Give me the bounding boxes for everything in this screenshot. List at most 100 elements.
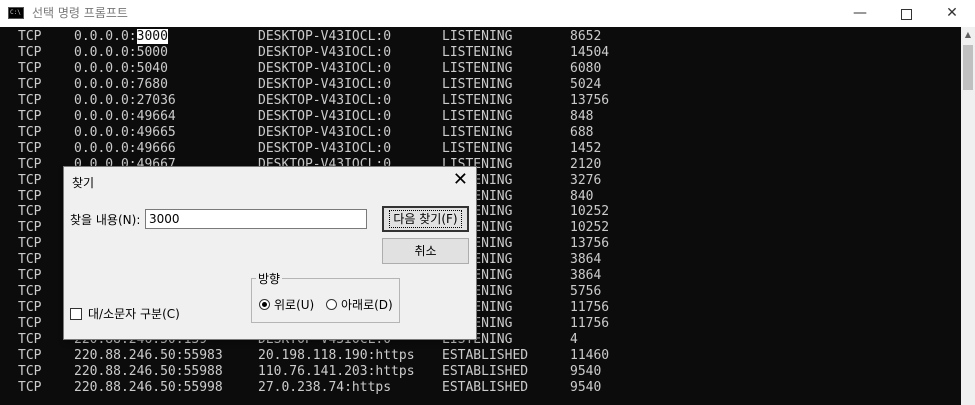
- pid-cell: 14504: [570, 44, 610, 60]
- pid-cell: 6080: [570, 60, 602, 76]
- maximize-icon: [900, 9, 912, 20]
- protocol-cell: TCP: [18, 29, 42, 44]
- scroll-up-arrow-icon[interactable]: ▲: [961, 27, 975, 43]
- protocol-cell: TCP: [18, 252, 42, 268]
- find-highlight: 3000: [136, 29, 168, 44]
- window-title: 선택 명령 프롬프트: [32, 6, 128, 20]
- protocol-cell: TCP: [18, 172, 42, 188]
- protocol-cell: TCP: [18, 44, 42, 60]
- protocol-cell: TCP: [18, 300, 42, 316]
- find-what-label: 찾을 내용(N):: [70, 213, 141, 227]
- pid-cell: 4: [570, 332, 578, 348]
- state-cell: LISTENING: [442, 60, 513, 76]
- foreign-address-cell: 110.76.141.203:https: [258, 363, 415, 379]
- local-address-cell: 0.0.0.0:3000: [74, 29, 168, 44]
- direction-up-label: 위로(U): [274, 298, 315, 312]
- state-cell: ESTABLISHED: [442, 363, 529, 379]
- protocol-cell: TCP: [18, 316, 42, 332]
- state-cell: LISTENING: [442, 124, 513, 140]
- minimize-button[interactable]: —: [837, 0, 883, 27]
- protocol-cell: TCP: [18, 268, 42, 284]
- pid-cell: 11756: [570, 300, 610, 316]
- state-cell: LISTENING: [442, 44, 513, 60]
- foreign-address-cell: DESKTOP-V43IOCL:0: [258, 108, 392, 124]
- close-button[interactable]: ✕: [929, 0, 975, 27]
- foreign-address-cell: 20.198.118.190:https: [258, 348, 415, 363]
- protocol-cell: TCP: [18, 140, 42, 156]
- protocol-cell: TCP: [18, 220, 42, 236]
- pid-cell: 840: [570, 188, 594, 204]
- pid-cell: 3276: [570, 172, 602, 188]
- protocol-cell: TCP: [18, 92, 42, 108]
- foreign-address-cell: DESKTOP-V43IOCL:0: [258, 92, 392, 108]
- protocol-cell: TCP: [18, 284, 42, 300]
- pid-cell: 1452: [570, 140, 602, 156]
- match-case-option[interactable]: 대/소문자 구분(C): [70, 305, 180, 322]
- direction-down-label: 아래로(D): [341, 298, 393, 312]
- state-cell: LISTENING: [442, 108, 513, 124]
- foreign-address-cell: 27.0.238.74:https: [258, 379, 392, 395]
- local-address-cell: 0.0.0.0:5000: [74, 44, 168, 60]
- local-address-cell: 220.88.246.50:55988: [74, 363, 223, 379]
- foreign-address-cell: DESKTOP-V43IOCL:0: [258, 44, 392, 60]
- local-address-cell: 0.0.0.0:7680: [74, 76, 168, 92]
- state-cell: LISTENING: [442, 29, 513, 44]
- state-cell: LISTENING: [442, 140, 513, 156]
- local-address-cell: 220.88.246.50:55983: [74, 348, 223, 363]
- protocol-cell: TCP: [18, 348, 42, 363]
- direction-up-option[interactable]: 위로(U): [259, 296, 314, 313]
- foreign-address-cell: DESKTOP-V43IOCL:0: [258, 124, 392, 140]
- maximize-button[interactable]: [883, 0, 929, 27]
- pid-cell: 3864: [570, 268, 602, 284]
- state-cell: ESTABLISHED: [442, 348, 529, 363]
- pid-cell: 3864: [570, 252, 602, 268]
- foreign-address-cell: DESKTOP-V43IOCL:0: [258, 140, 392, 156]
- pid-cell: 5756: [570, 284, 602, 300]
- pid-cell: 11460: [570, 348, 610, 363]
- cmd-app-icon: C:\: [8, 7, 24, 19]
- local-address-cell: 0.0.0.0:49665: [74, 124, 176, 140]
- protocol-cell: TCP: [18, 76, 42, 92]
- pid-cell: 11756: [570, 316, 610, 332]
- match-case-label: 대/소문자 구분(C): [88, 307, 180, 321]
- find-next-label: 다음 찾기(F): [389, 210, 462, 228]
- protocol-cell: TCP: [18, 124, 42, 140]
- local-address-cell: 0.0.0.0:5040: [74, 60, 168, 76]
- protocol-cell: TCP: [18, 236, 42, 252]
- cancel-button[interactable]: 취소: [382, 238, 469, 264]
- title-bar[interactable]: C:\ 선택 명령 프롬프트 — ✕: [0, 0, 975, 27]
- protocol-cell: TCP: [18, 188, 42, 204]
- find-dialog: 찾기 ✕ 찾을 내용(N): 다음 찾기(F) 취소 방향 위로(U) 아래로(…: [63, 166, 477, 340]
- protocol-cell: TCP: [18, 363, 42, 379]
- pid-cell: 9540: [570, 379, 602, 395]
- pid-cell: 5024: [570, 76, 602, 92]
- protocol-cell: TCP: [18, 156, 42, 172]
- radio-unchecked-icon[interactable]: [326, 299, 337, 310]
- pid-cell: 688: [570, 124, 594, 140]
- protocol-cell: TCP: [18, 204, 42, 220]
- protocol-cell: TCP: [18, 332, 42, 348]
- state-cell: LISTENING: [442, 76, 513, 92]
- state-cell: ESTABLISHED: [442, 379, 529, 395]
- pid-cell: 10252: [570, 204, 610, 220]
- direction-down-option[interactable]: 아래로(D): [326, 296, 393, 313]
- protocol-cell: TCP: [18, 60, 42, 76]
- pid-cell: 13756: [570, 236, 610, 252]
- dialog-close-icon[interactable]: ✕: [453, 169, 468, 190]
- radio-checked-icon[interactable]: [259, 299, 270, 310]
- scroll-thumb[interactable]: [963, 45, 973, 90]
- pid-cell: 8652: [570, 29, 602, 44]
- checkbox-icon[interactable]: [70, 308, 82, 320]
- find-next-button[interactable]: 다음 찾기(F): [382, 206, 469, 232]
- foreign-address-cell: DESKTOP-V43IOCL:0: [258, 76, 392, 92]
- vertical-scrollbar[interactable]: ▲: [961, 27, 975, 405]
- local-address-cell: 0.0.0.0:49664: [74, 108, 176, 124]
- direction-label: 방향: [256, 270, 283, 287]
- find-what-input[interactable]: [145, 209, 367, 229]
- dialog-title: 찾기: [72, 176, 95, 190]
- pid-cell: 10252: [570, 220, 610, 236]
- local-address-cell: 220.88.246.50:55998: [74, 379, 223, 395]
- pid-cell: 9540: [570, 363, 602, 379]
- pid-cell: 848: [570, 108, 594, 124]
- local-address-cell: 0.0.0.0:49666: [74, 140, 176, 156]
